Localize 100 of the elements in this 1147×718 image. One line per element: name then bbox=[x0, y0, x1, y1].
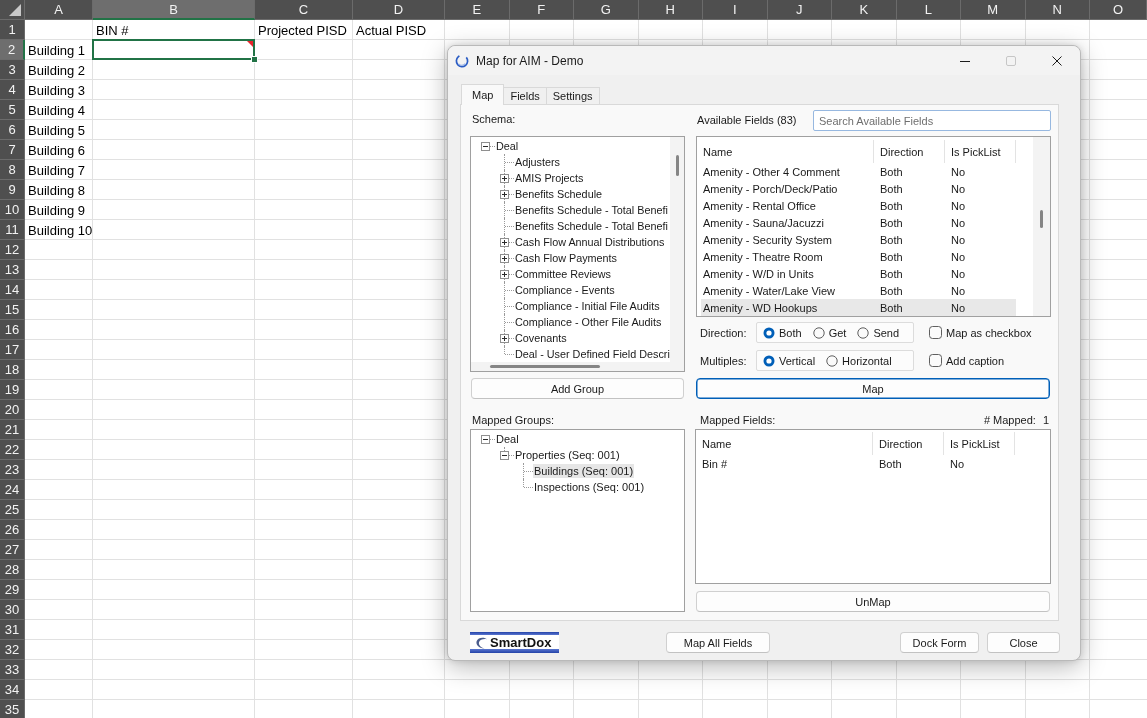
column-header[interactable]: G bbox=[574, 0, 639, 20]
radio-button[interactable] bbox=[826, 354, 839, 367]
radio-label[interactable]: Get bbox=[828, 326, 847, 339]
row-header[interactable]: 21 bbox=[0, 420, 25, 440]
plus-box-icon[interactable] bbox=[500, 269, 509, 279]
minus-box-icon[interactable] bbox=[481, 141, 490, 151]
plus-box-icon[interactable] bbox=[500, 333, 509, 343]
radio-label[interactable]: Send bbox=[873, 326, 900, 339]
plus-box-icon[interactable] bbox=[500, 173, 509, 183]
plus-box-icon[interactable] bbox=[500, 189, 509, 199]
vertical-scrollbar[interactable] bbox=[1033, 137, 1050, 316]
row-header[interactable]: 25 bbox=[0, 500, 25, 520]
column-header[interactable]: C bbox=[255, 0, 353, 20]
radio-label[interactable]: Vertical bbox=[779, 354, 816, 367]
list-row[interactable]: Amenity - Other 4 Comment Both No bbox=[701, 163, 1016, 180]
scroll-thumb[interactable] bbox=[676, 155, 679, 176]
list-column-header[interactable]: Is PickList bbox=[944, 432, 1015, 455]
column-header[interactable]: K bbox=[832, 0, 897, 20]
column-header[interactable]: A bbox=[25, 0, 93, 20]
column-header[interactable]: F bbox=[509, 0, 574, 20]
radio-label[interactable]: Horizontal bbox=[842, 354, 892, 367]
row-header[interactable]: 8 bbox=[0, 160, 25, 180]
tree-item[interactable]: Adjusters bbox=[514, 155, 561, 169]
column-header[interactable]: J bbox=[767, 0, 832, 20]
list-row[interactable]: Amenity - Theatre Room Both No bbox=[701, 248, 1016, 265]
minus-box-icon[interactable] bbox=[500, 450, 509, 460]
tree-item[interactable]: Benefits Schedule bbox=[514, 187, 604, 201]
add-group-button[interactable]: Add Group bbox=[471, 378, 684, 399]
column-header[interactable]: L bbox=[896, 0, 961, 20]
scroll-thumb[interactable] bbox=[490, 365, 600, 368]
list-row[interactable]: Bin # Both No bbox=[700, 455, 1015, 472]
list-column-header[interactable]: Name bbox=[701, 140, 874, 163]
list-column-header[interactable]: Name bbox=[700, 432, 873, 455]
radio-button[interactable] bbox=[763, 326, 775, 339]
tree-item[interactable]: Compliance - Other File Audits bbox=[514, 315, 663, 329]
row-header[interactable]: 26 bbox=[0, 520, 25, 540]
row-header[interactable]: 17 bbox=[0, 340, 25, 360]
row-header[interactable]: 24 bbox=[0, 480, 25, 500]
dock-form-button[interactable]: Dock Form bbox=[900, 632, 979, 653]
radio-button[interactable] bbox=[857, 326, 870, 339]
row-header[interactable]: 1 bbox=[0, 20, 25, 40]
row-header[interactable]: 4 bbox=[0, 80, 25, 100]
tree-item[interactable]: Benefits Schedule - Total Benefi bbox=[514, 203, 669, 217]
column-header[interactable]: B bbox=[93, 0, 255, 20]
list-row[interactable]: Amenity - Sauna/Jacuzzi Both No bbox=[701, 214, 1016, 231]
list-column-header[interactable]: Direction bbox=[874, 140, 945, 163]
column-header[interactable]: M bbox=[961, 0, 1026, 20]
tree-item[interactable]: Cash Flow Annual Distributions bbox=[514, 235, 666, 249]
tab[interactable]: Settings bbox=[545, 87, 600, 104]
row-header[interactable]: 23 bbox=[0, 460, 25, 480]
tree-item[interactable]: Buildings (Seq: 001) bbox=[533, 464, 635, 478]
column-header[interactable]: H bbox=[638, 0, 703, 20]
column-header[interactable]: I bbox=[703, 0, 768, 20]
row-header[interactable]: 10 bbox=[0, 200, 25, 220]
checkbox-label[interactable]: Add caption bbox=[946, 354, 1005, 367]
list-row[interactable]: Amenity - Security System Both No bbox=[701, 231, 1016, 248]
close-button[interactable]: Close bbox=[987, 632, 1060, 653]
list-row[interactable]: Amenity - Water/Lake View Both No bbox=[701, 282, 1016, 299]
row-header[interactable]: 30 bbox=[0, 600, 25, 620]
list-row[interactable]: Amenity - WD Hookups Both No bbox=[701, 299, 1016, 316]
row-header[interactable]: 34 bbox=[0, 680, 25, 700]
map-all-fields-button[interactable]: Map All Fields bbox=[666, 632, 770, 653]
list-column-header[interactable]: Direction bbox=[873, 432, 944, 455]
row-header[interactable]: 20 bbox=[0, 400, 25, 420]
row-header[interactable]: 11 bbox=[0, 220, 25, 240]
radio-button[interactable] bbox=[763, 354, 775, 367]
row-header[interactable]: 9 bbox=[0, 180, 25, 200]
radio-label[interactable]: Both bbox=[779, 326, 802, 339]
row-header[interactable]: 2 bbox=[0, 40, 25, 60]
tree-item[interactable]: Compliance - Events bbox=[514, 283, 616, 297]
tree-item[interactable]: Benefits Schedule - Total Benefi bbox=[514, 219, 669, 233]
corner-triangle-icon[interactable] bbox=[9, 4, 21, 16]
tree-item[interactable]: Covenants bbox=[514, 331, 568, 345]
column-header[interactable]: E bbox=[445, 0, 510, 20]
list-row[interactable]: Amenity - W/D in Units Both No bbox=[701, 265, 1016, 282]
row-header[interactable]: 15 bbox=[0, 300, 25, 320]
plus-box-icon[interactable] bbox=[500, 253, 509, 263]
tree-item[interactable]: AMIS Projects bbox=[514, 171, 585, 185]
row-header[interactable]: 29 bbox=[0, 580, 25, 600]
row-header[interactable]: 35 bbox=[0, 700, 25, 718]
vertical-scrollbar[interactable] bbox=[670, 137, 684, 362]
selected-cell[interactable] bbox=[92, 39, 255, 60]
row-header[interactable]: 3 bbox=[0, 60, 25, 80]
checkbox-label[interactable]: Map as checkbox bbox=[946, 326, 1032, 339]
checkbox[interactable] bbox=[929, 326, 942, 339]
minus-box-icon[interactable] bbox=[481, 434, 490, 444]
row-header[interactable]: 12 bbox=[0, 240, 25, 260]
radio-button[interactable] bbox=[812, 326, 825, 339]
row-header[interactable]: 22 bbox=[0, 440, 25, 460]
search-field[interactable]: Search Available Fields bbox=[813, 110, 1051, 131]
row-header[interactable]: 33 bbox=[0, 660, 25, 680]
tree-item[interactable]: Deal bbox=[495, 432, 520, 446]
row-header[interactable]: 16 bbox=[0, 320, 25, 340]
row-header[interactable]: 28 bbox=[0, 560, 25, 580]
row-header[interactable]: 31 bbox=[0, 620, 25, 640]
column-header[interactable]: O bbox=[1090, 0, 1147, 20]
row-header[interactable]: 27 bbox=[0, 540, 25, 560]
tree-item[interactable]: Compliance - Initial File Audits bbox=[514, 299, 661, 313]
plus-box-icon[interactable] bbox=[500, 237, 509, 247]
scroll-thumb[interactable] bbox=[1040, 210, 1043, 228]
